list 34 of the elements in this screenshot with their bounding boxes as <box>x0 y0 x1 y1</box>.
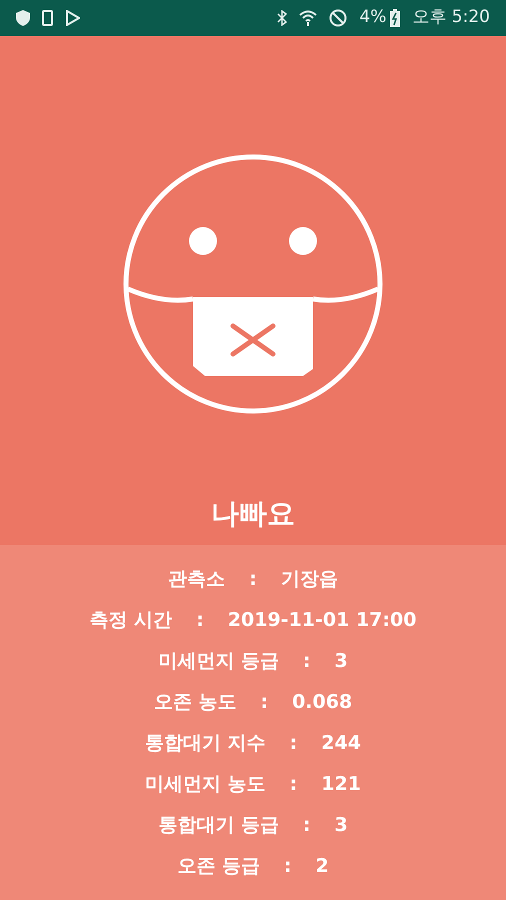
play-icon <box>66 10 80 26</box>
detail-label: 측정 시간 <box>90 608 172 633</box>
detail-label: 관측소 <box>168 566 226 592</box>
battery-percent: 4% <box>359 6 386 30</box>
detail-value: 0.068 <box>292 690 352 715</box>
detail-label: 통합대기 지수 <box>145 730 266 756</box>
air-quality-status: 나빠요 <box>211 496 295 532</box>
do-not-disturb-icon <box>329 9 348 27</box>
battery-icon <box>390 9 400 27</box>
detail-value: 기장읍 <box>280 566 338 592</box>
detail-label: 오존 등급 <box>177 854 260 879</box>
detail-value: 3 <box>334 648 348 674</box>
separator: : <box>290 772 298 797</box>
separator: : <box>290 730 298 756</box>
separator: : <box>260 690 268 715</box>
detail-value: 244 <box>321 730 361 756</box>
detail-label: 오존 농도 <box>154 690 236 715</box>
detail-value: 2019-11-01 17:00 <box>228 608 416 633</box>
separator: : <box>302 648 310 674</box>
separator: : <box>284 854 292 879</box>
shield-icon <box>16 10 30 26</box>
detail-label: 미세먼지 농도 <box>145 772 266 797</box>
separator: : <box>302 812 310 838</box>
bluetooth-icon <box>277 10 288 26</box>
detail-value: 121 <box>321 772 361 797</box>
separator: : <box>196 608 204 633</box>
detail-label: 통합대기 등급 <box>158 812 279 838</box>
detail-label: 미세먼지 등급 <box>158 648 279 674</box>
separator: : <box>249 566 257 592</box>
wifi-icon <box>299 10 318 26</box>
phone-icon <box>42 10 54 26</box>
detail-value: 2 <box>316 854 329 879</box>
clock: 오후 5:20 <box>412 6 490 30</box>
detail-value: 3 <box>334 812 348 838</box>
